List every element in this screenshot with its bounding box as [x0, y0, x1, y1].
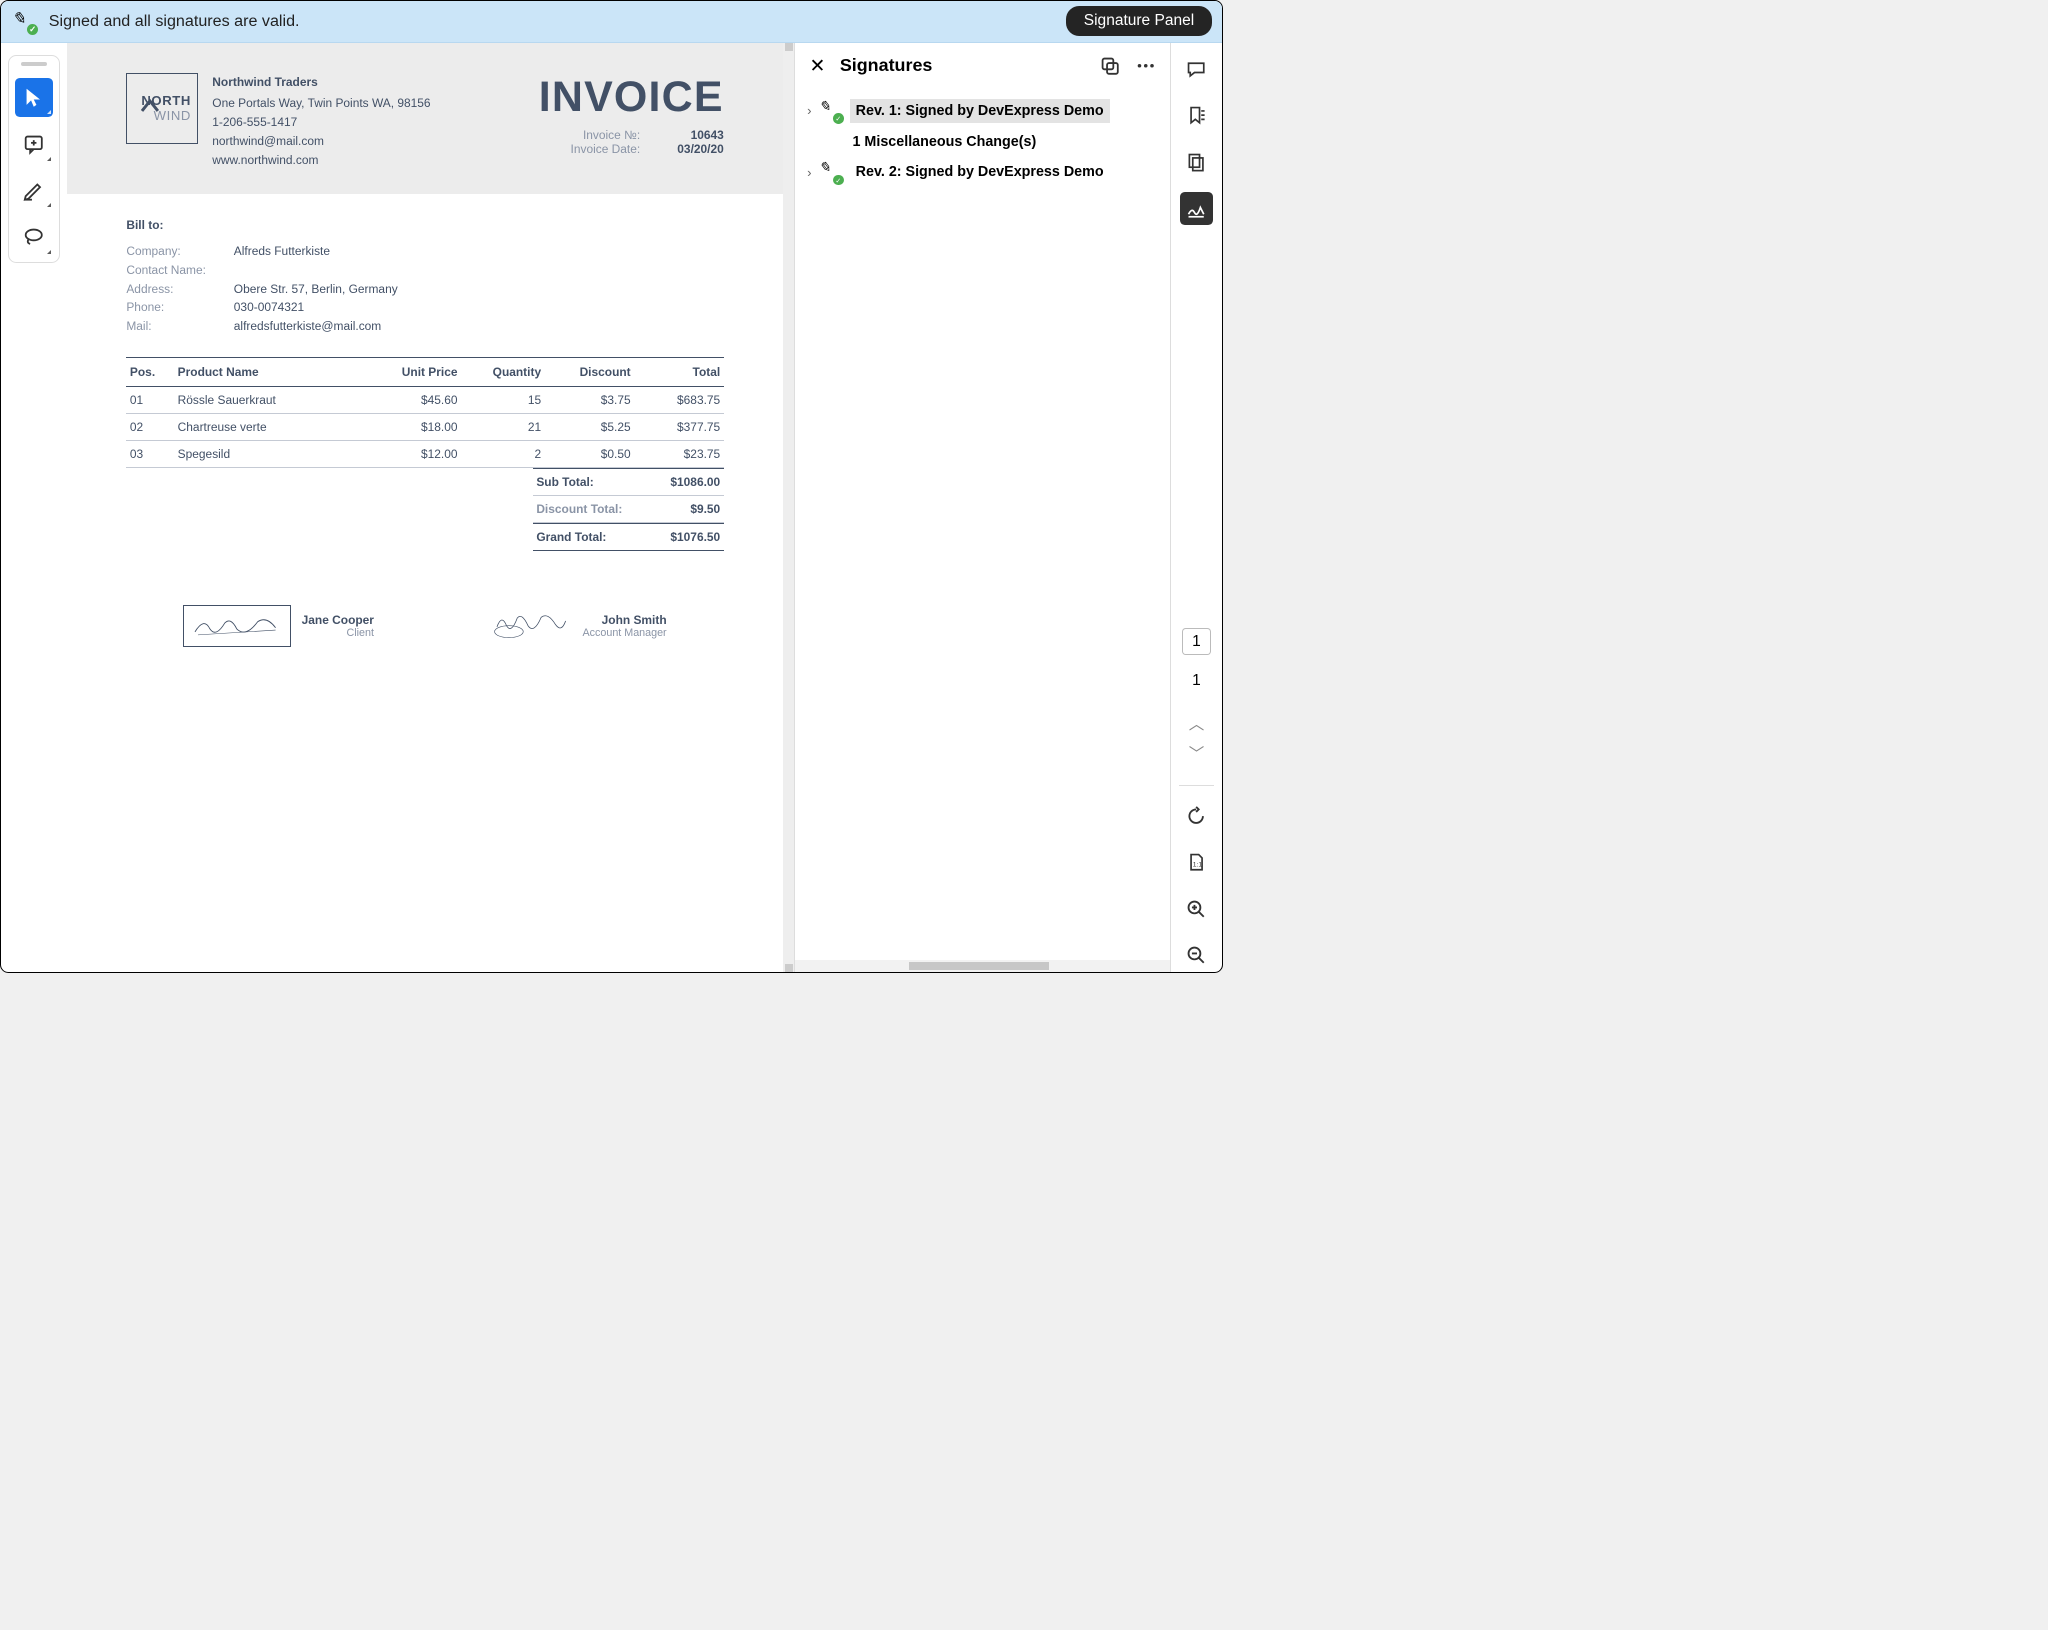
rotate-button[interactable]	[1180, 799, 1213, 832]
col-total: Total	[634, 358, 724, 387]
col-price: Unit Price	[372, 358, 462, 387]
scroll-up-icon[interactable]	[785, 43, 793, 51]
col-discount: Discount	[545, 358, 635, 387]
manager-signature-block: John SmithAccount Manager	[488, 605, 666, 647]
document-page: NORTH WIND Northwind Traders One Portals…	[67, 43, 784, 972]
bill-mail-label: Mail:	[126, 319, 233, 333]
client-signature-image	[183, 605, 290, 647]
table-row: 03Spegesild$12.002$0.50$23.75	[126, 441, 723, 468]
bill-to-heading: Bill to:	[126, 218, 723, 232]
company-website: www.northwind.com	[212, 151, 430, 170]
grand-total-value: $1076.50	[670, 530, 720, 544]
pages-rail-button[interactable]	[1180, 145, 1213, 178]
signature-revision-label: Rev. 1: Signed by DevExpress Demo	[850, 99, 1110, 122]
bill-contact	[234, 263, 724, 277]
signature-revision-detail[interactable]: 1 Miscellaneous Change(s)	[795, 128, 1170, 156]
signature-revision-label: Rev. 2: Signed by DevExpress Demo	[850, 161, 1110, 184]
fit-page-button[interactable]: 1:1	[1180, 846, 1213, 879]
signature-revision-item[interactable]: › ✎✓ Rev. 1: Signed by DevExpress Demo	[795, 94, 1170, 127]
close-panel-button[interactable]: ✕	[810, 54, 826, 78]
signature-status-bar: ✎ ✓ Signed and all signatures are valid.…	[1, 1, 1222, 43]
signature-valid-icon: ✎ ✓	[11, 8, 37, 34]
prev-page-button[interactable]: ︿	[1183, 709, 1210, 736]
table-row: 02Chartreuse verte$18.0021$5.25$377.75	[126, 414, 723, 441]
manager-signer-name: John Smith	[583, 613, 667, 627]
subtotal-label: Sub Total:	[536, 475, 593, 489]
bookmarks-rail-button[interactable]	[1180, 99, 1213, 132]
panel-horizontal-scrollbar[interactable]	[795, 960, 1170, 972]
total-pages-label: 1	[1192, 672, 1201, 690]
document-scrollbar[interactable]	[783, 43, 794, 972]
company-email: northwind@mail.com	[212, 132, 430, 151]
highlight-tool[interactable]	[15, 171, 53, 209]
next-page-button[interactable]: ﹀	[1183, 739, 1210, 766]
company-phone: 1-206-555-1417	[212, 113, 430, 132]
manager-signer-role: Account Manager	[583, 627, 667, 639]
copy-icon[interactable]	[1099, 55, 1120, 76]
invoice-date: 03/20/20	[664, 142, 724, 156]
col-pos: Pos.	[126, 358, 174, 387]
bill-mail: alfredsfutterkiste@mail.com	[234, 319, 724, 333]
bill-company-label: Company:	[126, 244, 233, 258]
company-logo: NORTH WIND	[126, 73, 198, 145]
lasso-tool[interactable]	[15, 218, 53, 256]
bill-phone: 030-0074321	[234, 300, 724, 314]
manager-signature-image	[488, 605, 572, 647]
bill-phone-label: Phone:	[126, 300, 233, 314]
subtotal-value: $1086.00	[670, 475, 720, 489]
client-signer-role: Client	[302, 627, 374, 639]
client-signature-block: Jane CooperClient	[183, 605, 374, 647]
grand-total-label: Grand Total:	[536, 530, 606, 544]
invoice-title: INVOICE	[539, 73, 724, 122]
panel-title: Signatures	[840, 55, 1085, 76]
signature-valid-icon: ✎✓	[819, 99, 843, 123]
discount-total-value: $9.50	[690, 502, 720, 516]
document-viewport: NORTH WIND Northwind Traders One Portals…	[67, 43, 795, 972]
signature-panel-button[interactable]: Signature Panel	[1066, 6, 1212, 36]
invoice-number-label: Invoice №:	[583, 128, 640, 142]
signature-revision-item[interactable]: › ✎✓ Rev. 2: Signed by DevExpress Demo	[795, 156, 1170, 189]
signatures-rail-button[interactable]	[1180, 192, 1213, 225]
bill-company: Alfreds Futterkiste	[234, 244, 724, 258]
scroll-down-icon[interactable]	[785, 964, 793, 972]
svg-text:1:1: 1:1	[1193, 862, 1203, 869]
signature-status-text: Signed and all signatures are valid.	[49, 12, 1054, 31]
col-name: Product Name	[174, 358, 371, 387]
invoice-date-label: Invoice Date:	[571, 142, 641, 156]
table-row: 01Rössle Sauerkraut$45.6015$3.75$683.75	[126, 387, 723, 414]
comments-rail-button[interactable]	[1180, 52, 1213, 85]
chevron-right-icon[interactable]: ›	[807, 165, 811, 180]
toolbar-drag-handle[interactable]	[21, 62, 47, 67]
bill-address-label: Address:	[126, 282, 233, 296]
col-qty: Quantity	[461, 358, 545, 387]
company-name: Northwind Traders	[212, 73, 430, 92]
signatures-panel: ✕ Signatures › ✎✓ Rev. 1: Signed by DevE…	[794, 43, 1170, 972]
client-signer-name: Jane Cooper	[302, 613, 374, 627]
more-options-icon[interactable]	[1135, 55, 1156, 76]
chevron-right-icon[interactable]: ›	[807, 103, 811, 118]
line-items-table: Pos. Product Name Unit Price Quantity Di…	[126, 357, 723, 468]
bill-address: Obere Str. 57, Berlin, Germany	[234, 282, 724, 296]
signature-valid-icon: ✎✓	[819, 160, 843, 184]
select-tool[interactable]	[15, 78, 53, 116]
bill-contact-label: Contact Name:	[126, 263, 233, 277]
discount-total-label: Discount Total:	[536, 502, 622, 516]
company-info: Northwind Traders One Portals Way, Twin …	[212, 73, 430, 171]
zoom-out-button[interactable]	[1180, 939, 1213, 972]
comment-tool[interactable]	[15, 125, 53, 163]
right-rail: 1 1 ︿ ﹀ 1:1	[1170, 43, 1221, 972]
company-address: One Portals Way, Twin Points WA, 98156	[212, 94, 430, 113]
left-toolbar	[1, 43, 67, 972]
current-page-input[interactable]: 1	[1182, 628, 1212, 655]
zoom-in-button[interactable]	[1180, 892, 1213, 925]
invoice-number: 10643	[664, 128, 724, 142]
